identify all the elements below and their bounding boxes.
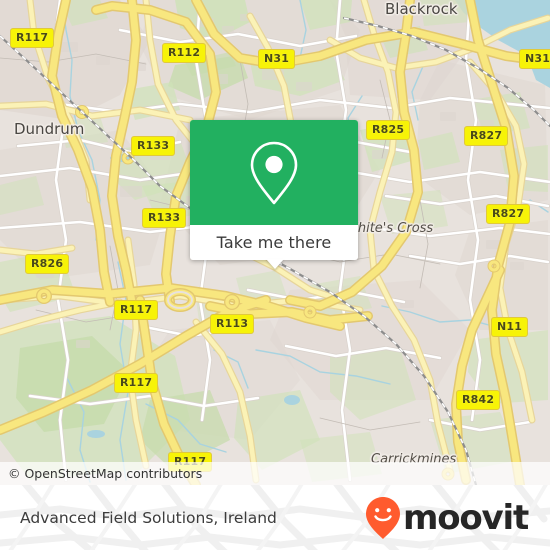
place-label: White's Cross	[345, 221, 434, 236]
take-me-there-label: Take me there	[216, 233, 332, 252]
popup-action-area[interactable]: Take me there	[190, 225, 358, 260]
road-shield: R112	[162, 43, 207, 63]
road-shield: R117	[10, 28, 55, 48]
road-shield: R825	[366, 120, 411, 140]
road-shield: R827	[486, 204, 531, 224]
moovit-wordmark: moovit	[402, 497, 529, 538]
road-shield: R117	[114, 300, 159, 320]
road-shield: R133	[131, 136, 176, 156]
road-shield: N11	[491, 317, 529, 337]
popup-image-area	[190, 120, 358, 225]
road-shield: R113	[210, 314, 255, 334]
place-label: Dundrum	[14, 120, 85, 138]
map-pin-icon	[250, 141, 298, 204]
place-label: Blackrock	[385, 0, 458, 18]
moovit-logo[interactable]: moovit	[365, 496, 529, 540]
road-shield: R826	[25, 254, 70, 274]
footer-bar: Advanced Field Solutions, Ireland moovit	[0, 485, 550, 550]
map-share-card: .land { fill: #e8e2dd; } .res { fill: #e…	[0, 0, 550, 550]
map-canvas[interactable]: .land { fill: #e8e2dd; } .res { fill: #e…	[0, 0, 550, 485]
road-shield: N31	[519, 49, 550, 69]
moovit-smiley-pin-icon	[365, 496, 400, 539]
location-title: Advanced Field Solutions, Ireland	[20, 508, 277, 527]
osm-attribution[interactable]: © OpenStreetMap contributors	[0, 462, 550, 485]
location-popup-card[interactable]: Take me there	[190, 120, 358, 269]
popup-pointer-tail	[266, 259, 284, 269]
road-shield: R133	[142, 208, 187, 228]
road-shield: R117	[114, 373, 159, 393]
road-shield: R842	[456, 390, 501, 410]
road-shield: R827	[464, 126, 509, 146]
road-shield: N31	[258, 49, 296, 69]
